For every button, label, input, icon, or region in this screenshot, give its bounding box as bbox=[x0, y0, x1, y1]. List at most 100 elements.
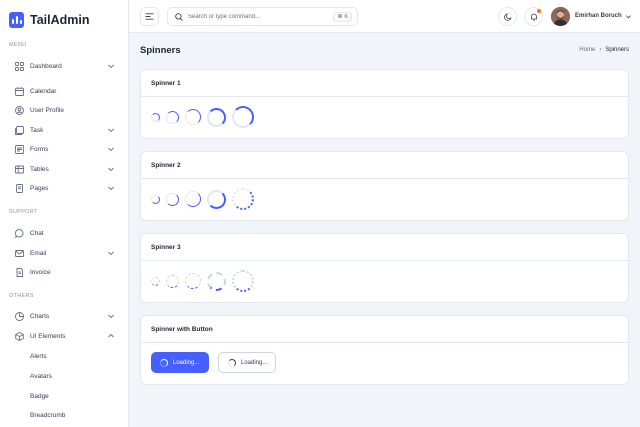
button-label: Loading... bbox=[241, 359, 268, 366]
spinner bbox=[185, 273, 201, 289]
button-label: Loading... bbox=[173, 359, 200, 366]
chevron-down-icon bbox=[108, 128, 114, 133]
sidebar-item-label: User Profile bbox=[30, 106, 64, 114]
top-header: ⌘ K Emirhan Boruch bbox=[129, 0, 640, 33]
spinner bbox=[232, 106, 254, 128]
chevron-down-icon bbox=[108, 186, 114, 191]
chevron-down-icon bbox=[108, 314, 114, 319]
spinner bbox=[166, 110, 179, 124]
pages-icon bbox=[15, 183, 24, 193]
sidebar-item-pages[interactable]: Pages bbox=[15, 181, 117, 195]
spinner-with-button-card: Spinner with Button Loading... Loading..… bbox=[140, 315, 629, 385]
bell-icon bbox=[530, 13, 537, 21]
chevron-down-icon[interactable] bbox=[625, 13, 632, 20]
sidebar-subitem-breadcrumb[interactable]: Breadcrumb bbox=[30, 412, 65, 419]
sidebar-item-email[interactable]: Email bbox=[15, 246, 117, 260]
chat-icon bbox=[15, 228, 24, 238]
notifications-button[interactable] bbox=[524, 7, 543, 26]
spinner bbox=[185, 191, 201, 207]
card-title: Spinner 1 bbox=[141, 70, 628, 97]
logo-icon bbox=[9, 12, 24, 28]
sidebar-item-tables[interactable]: Tables bbox=[15, 162, 117, 176]
spinner bbox=[207, 271, 226, 291]
section-label-support: SUPPORT bbox=[9, 209, 38, 215]
sidebar-item-label: Pages bbox=[30, 184, 49, 192]
sidebar-item-label: Charts bbox=[30, 312, 50, 320]
notification-dot bbox=[537, 9, 541, 13]
grid-icon bbox=[15, 61, 24, 71]
chevron-down-icon bbox=[108, 64, 114, 69]
breadcrumb-home-link[interactable]: Home bbox=[579, 47, 595, 53]
sidebar-item-label: Invoice bbox=[30, 268, 51, 276]
sidebar-item-label: Calendar bbox=[30, 87, 57, 95]
chevron-up-icon bbox=[108, 333, 114, 338]
search-shortcut-badge: ⌘ K bbox=[333, 12, 352, 22]
sidebar-item-ui-elements[interactable]: UI Elements bbox=[15, 329, 117, 343]
chevron-down-icon bbox=[108, 167, 114, 172]
search-input[interactable] bbox=[188, 13, 328, 20]
chevron-down-icon bbox=[108, 251, 114, 256]
sidebar-item-label: Tables bbox=[30, 165, 49, 173]
breadcrumb: Home › Spinners bbox=[579, 47, 629, 53]
section-label-menu: MENU bbox=[9, 42, 27, 48]
spinner bbox=[185, 109, 201, 125]
spinner-card-3: Spinner 3 bbox=[140, 233, 629, 303]
spinner-icon bbox=[160, 358, 168, 367]
spinner bbox=[151, 276, 160, 286]
sidebar-item-user-profile[interactable]: User Profile bbox=[15, 103, 117, 117]
section-label-others: OTHERS bbox=[9, 293, 34, 299]
pie-chart-icon bbox=[15, 311, 24, 321]
sidebar-item-dashboard[interactable]: Dashboard bbox=[15, 59, 117, 73]
page-title: Spinners bbox=[140, 45, 181, 56]
spinner bbox=[207, 189, 226, 209]
sidebar-subitem-alerts[interactable]: Alerts bbox=[30, 353, 47, 360]
spinner-card-1: Spinner 1 bbox=[140, 69, 629, 139]
breadcrumb-separator-icon: › bbox=[599, 47, 602, 53]
sidebar-item-label: Email bbox=[30, 249, 47, 257]
sidebar-item-label: Chat bbox=[30, 229, 44, 237]
box-icon bbox=[15, 331, 24, 341]
user-avatar-image bbox=[551, 7, 570, 26]
spinner-icon bbox=[228, 358, 236, 367]
table-icon bbox=[15, 165, 24, 174]
search-box[interactable]: ⌘ K bbox=[167, 7, 358, 26]
sidebar-item-charts[interactable]: Charts bbox=[15, 309, 117, 323]
sidebar-item-task[interactable]: Task bbox=[15, 123, 117, 137]
search-icon bbox=[175, 12, 183, 21]
invoice-icon bbox=[15, 267, 24, 277]
user-name[interactable]: Emirhan Boruch bbox=[575, 13, 622, 19]
loading-primary-button[interactable]: Loading... bbox=[151, 352, 209, 373]
task-icon bbox=[15, 125, 24, 135]
spinner-row-3 bbox=[151, 270, 254, 292]
chevron-down-icon bbox=[108, 147, 114, 152]
user-circle-icon bbox=[15, 105, 24, 115]
spinner bbox=[207, 107, 226, 127]
breadcrumb-current: Spinners bbox=[605, 47, 629, 53]
hamburger-icon bbox=[145, 13, 154, 20]
sidebar-toggle-button[interactable] bbox=[140, 7, 159, 26]
spinner-card-2: Spinner 2 bbox=[140, 151, 629, 221]
logo-text: TailAdmin bbox=[30, 13, 90, 27]
spinner bbox=[166, 274, 179, 288]
logo[interactable]: TailAdmin bbox=[9, 12, 90, 28]
spinner bbox=[232, 270, 254, 292]
spinner bbox=[151, 112, 160, 122]
spinner-row-2 bbox=[151, 188, 254, 210]
sidebar-subitem-badge[interactable]: Badge bbox=[30, 393, 49, 400]
sidebar: TailAdmin MENU Dashboard Calendar User P… bbox=[0, 0, 129, 427]
spinner-row-1 bbox=[151, 106, 254, 128]
sidebar-item-label: UI Elements bbox=[30, 332, 66, 340]
sidebar-subitem-avatars[interactable]: Avatars bbox=[30, 373, 52, 380]
sidebar-item-label: Task bbox=[30, 126, 44, 134]
spinner bbox=[232, 188, 254, 210]
card-title: Spinner 2 bbox=[141, 152, 628, 179]
sidebar-item-label: Dashboard bbox=[30, 62, 62, 70]
loading-outline-button[interactable]: Loading... bbox=[218, 352, 276, 373]
sidebar-item-forms[interactable]: Forms bbox=[15, 142, 117, 156]
sidebar-item-invoice[interactable]: Invoice bbox=[15, 265, 117, 279]
theme-toggle-button[interactable] bbox=[498, 7, 517, 26]
sidebar-item-chat[interactable]: Chat bbox=[15, 226, 117, 240]
moon-icon bbox=[503, 12, 512, 21]
avatar[interactable] bbox=[551, 7, 570, 26]
sidebar-item-calendar[interactable]: Calendar bbox=[15, 84, 117, 98]
